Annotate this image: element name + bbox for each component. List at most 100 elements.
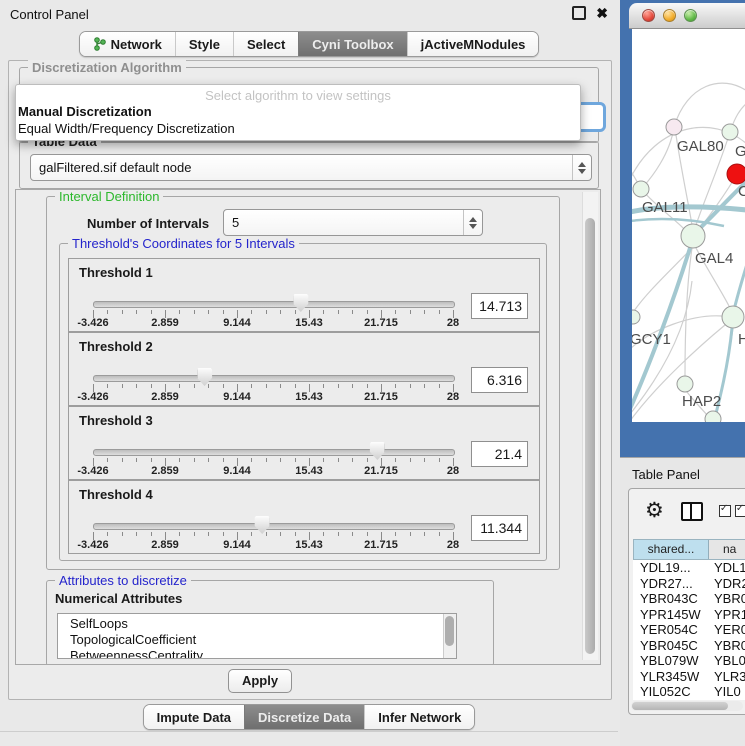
table-cell: YLR3 <box>708 669 745 685</box>
slider-scale-labels: -3.4262.8599.14415.4321.71528 <box>93 317 453 329</box>
panel-title: Control Panel <box>10 7 89 22</box>
table-row[interactable]: YLR345WYLR3 <box>633 669 745 685</box>
network-edge[interactable] <box>634 248 692 311</box>
group-title: Discretization Algorithm <box>28 60 186 75</box>
network-node-gal11[interactable] <box>633 181 649 197</box>
minimize-traffic-light-icon[interactable] <box>663 9 676 22</box>
tab-label: Select <box>247 37 285 52</box>
tab-jactivemnodules[interactable]: jActiveMNodules <box>407 32 539 56</box>
table-cell: YPR145W <box>633 607 708 623</box>
node-label: GA <box>735 143 745 160</box>
tab-cyni-toolbox[interactable]: Cyni Toolbox <box>298 32 406 56</box>
close-icon[interactable]: ✖ <box>596 7 608 19</box>
tab-discretize-data[interactable]: Discretize Data <box>244 705 364 729</box>
attribute-item[interactable]: TopologicalCoefficient <box>70 632 456 648</box>
control-panel-titlebar: Control Panel ✖ <box>0 0 618 28</box>
float-window-icon[interactable] <box>572 6 586 20</box>
node-label: HAP2 <box>682 393 721 410</box>
attribute-item[interactable]: SelfLoops <box>70 616 456 632</box>
apply-button[interactable]: Apply <box>228 669 292 693</box>
network-node[interactable] <box>705 411 721 422</box>
table-row[interactable]: YPR145WYPR1 <box>633 607 745 623</box>
vertical-scrollbar[interactable] <box>582 192 598 660</box>
number-of-intervals-label: Number of Intervals <box>87 216 209 231</box>
threshold-slider[interactable]: -3.4262.8599.14415.4321.71528 <box>93 259 453 331</box>
network-node-hap2[interactable] <box>677 376 693 392</box>
table-cell: YBL0 <box>708 653 745 669</box>
network-node-gal4[interactable] <box>681 224 705 248</box>
gear-icon[interactable]: ⚙ <box>645 501 664 521</box>
dropdown-option-equal-width[interactable]: Equal Width/Frequency Discretization <box>18 121 235 136</box>
tab-label: Infer Network <box>378 710 461 725</box>
attributes-list[interactable]: SelfLoopsTopologicalCoefficientBetweenne… <box>57 613 457 659</box>
network-canvas[interactable]: GAL80GACGAL11GAL4GCY1HHAP2 <box>632 29 745 422</box>
combobox-arrows-icon <box>572 155 591 180</box>
threshold-slider[interactable]: -3.4262.8599.14415.4321.71528 <box>93 481 453 553</box>
table-panel: Table Panel ⚙ shared... na YDL19...YDL1Y… <box>620 457 745 746</box>
table-row[interactable]: YBL079WYBL0 <box>633 653 745 669</box>
slider-track[interactable] <box>93 449 455 456</box>
tab-network[interactable]: Network <box>80 32 175 56</box>
threshold-panel-3: Threshold 3-3.4262.8599.14415.4321.71528… <box>68 406 540 480</box>
slider-track[interactable] <box>93 375 455 382</box>
table-data-group: Table Data galFiltered.sif default node <box>19 141 599 189</box>
network-node-gal80[interactable] <box>666 119 682 135</box>
table-cell: YER054C <box>633 622 708 638</box>
threshold-value-field[interactable]: 6.316 <box>471 367 528 393</box>
checkbox-icon[interactable] <box>735 505 745 517</box>
attributes-list-scrollbar[interactable] <box>443 614 456 658</box>
table-cell: YBR043C <box>633 591 708 607</box>
close-traffic-light-icon[interactable] <box>642 9 655 22</box>
control-panel: Control Panel ✖ Network Style Sel <box>0 0 618 745</box>
column-header-name[interactable]: na <box>709 540 745 559</box>
zoom-traffic-light-icon[interactable] <box>684 9 697 22</box>
network-node-h[interactable] <box>722 306 744 328</box>
tab-select[interactable]: Select <box>233 32 298 56</box>
column-header-shared[interactable]: shared... <box>634 540 709 559</box>
slider-scale-labels: -3.4262.8599.14415.4321.71528 <box>93 391 453 403</box>
network-node-c[interactable] <box>727 164 745 184</box>
threshold-slider[interactable]: -3.4262.8599.14415.4321.71528 <box>93 407 453 479</box>
number-of-intervals-combobox[interactable]: 5 <box>223 209 483 236</box>
threshold-slider[interactable]: -3.4262.8599.14415.4321.71528 <box>93 333 453 405</box>
table-cell: YBR045C <box>633 638 708 654</box>
table-cell: YER0 <box>708 622 745 638</box>
table-row[interactable]: YBR045CYBR0 <box>633 638 745 654</box>
table-row[interactable]: YIL052CYIL0 <box>633 684 745 700</box>
table-data-combobox[interactable]: galFiltered.sif default node <box>30 154 592 181</box>
node-label: C <box>738 183 745 200</box>
network-node-gcy1[interactable] <box>632 310 640 324</box>
tab-label: Cyni Toolbox <box>312 37 393 52</box>
node-label: GCY1 <box>632 331 671 348</box>
table-row[interactable]: YBR043CYBR0 <box>633 591 745 607</box>
table-row[interactable]: YDL19...YDL1 <box>633 560 745 576</box>
slider-track[interactable] <box>93 301 455 308</box>
combobox-value: 5 <box>224 215 463 230</box>
cyni-content-panel: Discretization Algorithm Select algorith… <box>8 60 612 700</box>
tab-style[interactable]: Style <box>175 32 233 56</box>
threshold-value-field[interactable]: 14.713 <box>471 293 528 319</box>
interval-definition-group: Interval Definition Number of Intervals … <box>46 196 560 570</box>
columns-icon[interactable] <box>681 502 703 521</box>
table-panel-title: Table Panel <box>632 467 700 482</box>
threshold-value-field[interactable]: 21.4 <box>471 441 528 467</box>
tab-label: Impute Data <box>157 710 231 725</box>
attribute-item[interactable]: BetweennessCentrality <box>70 648 456 659</box>
table-rows: YDL19...YDL1YDR27...YDR2YBR043CYBR0YPR14… <box>633 560 745 700</box>
tab-impute-data[interactable]: Impute Data <box>144 705 244 729</box>
table-cell: YBL079W <box>633 653 708 669</box>
table-cell: YDR2 <box>708 576 745 592</box>
slider-track[interactable] <box>93 523 455 530</box>
panel-bottom-divider <box>0 731 618 732</box>
node-label: GAL4 <box>695 250 733 267</box>
tab-infer-network[interactable]: Infer Network <box>364 705 474 729</box>
table-cell: YPR1 <box>708 607 745 623</box>
checkbox-icon[interactable] <box>719 505 731 517</box>
horizontal-scrollbar[interactable] <box>631 701 743 711</box>
threshold-value-field[interactable]: 11.344 <box>471 515 528 541</box>
network-node-ga[interactable] <box>722 124 738 140</box>
dropdown-option-manual[interactable]: Manual Discretization <box>18 104 152 119</box>
table-row[interactable]: YER054CYER0 <box>633 622 745 638</box>
network-window-titlebar[interactable] <box>629 3 745 29</box>
table-row[interactable]: YDR27...YDR2 <box>633 576 745 592</box>
